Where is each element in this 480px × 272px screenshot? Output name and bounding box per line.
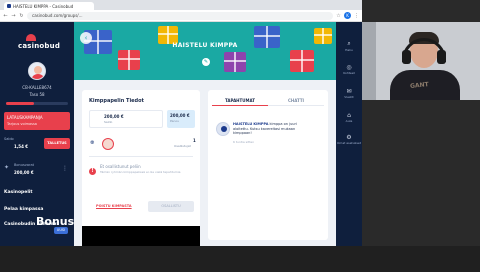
star-icon[interactable]: ☆: [336, 13, 341, 19]
stat-stake: 200,00 € Panos: [167, 110, 195, 128]
divider: [89, 156, 193, 157]
gear-icon: ⚙: [346, 134, 352, 141]
target-icon: ◎: [346, 64, 352, 71]
stat-stake-value: 200,00 €: [170, 113, 190, 118]
headset-earcup: [402, 50, 411, 64]
user-level: Taso 58: [29, 92, 45, 97]
events-card: TAPAHTUMAT CHATTI HAISTELU KIMPPA kimppa…: [208, 90, 328, 240]
gift-decoration: [118, 50, 140, 70]
favicon-icon: [7, 4, 11, 8]
join-button[interactable]: OSALLISTU: [148, 201, 194, 212]
home-icon: ⌂: [347, 112, 351, 119]
rightbar-item-label: Omat asetukset: [337, 141, 361, 145]
balance-label: Saldo: [4, 137, 14, 141]
headset-earcup: [437, 50, 446, 64]
site-logo[interactable]: casinobud: [18, 42, 60, 50]
people-icon: ⚉: [90, 140, 95, 146]
stat-balance-label: Saldo: [104, 120, 113, 124]
balance-value: 1,54 €: [14, 144, 29, 149]
member-label: Osallistujat: [174, 144, 191, 148]
reload-icon[interactable]: ↻: [19, 13, 24, 19]
logo-mark-icon: [26, 34, 36, 41]
rightbar-item-label: Viestit: [344, 95, 354, 99]
profile-icon[interactable]: K: [344, 12, 351, 19]
rightbar-item-label: Kohteet: [343, 71, 355, 75]
tab-bar: HAISTELU KIMPPA - Casinobud: [0, 0, 362, 10]
search-icon: ⌕: [347, 40, 351, 47]
rightbar-item-label: Aula: [345, 119, 353, 123]
stat-balance-value: 200,00 €: [104, 114, 124, 119]
gift-icon: ✦: [4, 164, 10, 171]
username: CB-KALLE8674: [22, 85, 52, 90]
webcam-feed: GANT: [362, 22, 480, 100]
back-arrow-icon[interactable]: ←: [3, 13, 8, 19]
member-avatar[interactable]: [102, 138, 114, 150]
browser-window: HAISTELU KIMPPA - Casinobud ← → ↻ casino…: [0, 0, 362, 246]
gift-decoration: [224, 52, 246, 72]
event-message: HAISTELU KIMPPA kimppa on juuri aloitett…: [233, 122, 303, 136]
main-content: ‹ HAISTELU KIMPPA ✎ Kimppapelin Tiedot ⚇…: [74, 22, 336, 246]
group-info-card: Kimppapelin Tiedot ⚇ 200,00 € Saldo 200,…: [82, 90, 200, 240]
url-text: casinobud.com/groups/...: [32, 13, 83, 18]
menu-dots-icon[interactable]: ⋮: [354, 13, 359, 19]
edit-icon[interactable]: ✎: [202, 58, 210, 66]
rightbar-item-label: Haku: [345, 48, 353, 52]
rightbar-item-messages[interactable]: ✉ Viestit: [336, 88, 362, 99]
promo-title: LATAUSKAMPANJA: [7, 115, 43, 120]
leave-group-link[interactable]: POISTU KIMPASTA: [96, 204, 132, 208]
warning-icon: !: [89, 168, 96, 175]
address-bar: ← → ↻ casinobud.com/groups/... ☆ K ⋮: [0, 10, 362, 22]
tab-chat[interactable]: CHATTI: [268, 98, 324, 106]
warning-text: Tämän ryhmän kimppapelissä ei ole vielä …: [100, 170, 181, 174]
rightbar-item-settings[interactable]: ⚙ Omat asetukset: [336, 134, 362, 145]
menu-item-casino-games[interactable]: Kasinopelit: [4, 190, 33, 195]
warning-title: Et osallistunut peliin: [100, 164, 141, 169]
right-sidebar: ⌕ Haku ◎ Kohteet ✉ Viestit ⌂ Aula ⚙ Omat aset…: [336, 22, 362, 246]
rightbar-item-search[interactable]: ⌕ Haku: [336, 40, 362, 52]
video-overlay: [82, 226, 200, 246]
new-badge: UUSI: [54, 227, 68, 234]
tab-events[interactable]: TAPAHTUMAT: [212, 98, 268, 106]
event-time: 6 tuntia sitten: [233, 140, 255, 144]
avatar-shirt: [31, 74, 45, 79]
chat-icon: ✉: [346, 88, 352, 95]
bonus-menu-icon[interactable]: ⋮: [62, 165, 68, 172]
user-avatar[interactable]: [28, 62, 46, 80]
promo-banner[interactable]: LATAUSKAMPANJA Tarjous voimassa: [4, 112, 70, 130]
url-input[interactable]: casinobud.com/groups/...: [27, 11, 333, 20]
member-count: 1: [193, 138, 196, 143]
promo-subtitle: Tarjous voimassa: [7, 122, 37, 126]
left-sidebar: casinobud CB-KALLE8674 Taso 58 LATAUSKAM…: [0, 22, 82, 246]
event-user: HAISTELU KIMPPA: [233, 122, 269, 126]
group-info-title: Kimppapelin Tiedot: [89, 98, 144, 104]
rightbar-item-targets[interactable]: ◎ Kohteet: [336, 64, 362, 75]
casino-site: casinobud CB-KALLE8674 Taso 58 LATAUSKAM…: [0, 22, 362, 246]
group-banner: ‹ HAISTELU KIMPPA ✎: [74, 22, 336, 80]
rightbar-item-lobby[interactable]: ⌂ Aula: [336, 112, 362, 123]
bottom-bar: [0, 246, 480, 272]
gift-decoration: [290, 50, 314, 72]
group-title: HAISTELU KIMPPA: [172, 42, 238, 49]
browser-tab[interactable]: HAISTELU KIMPPA - Casinobud: [4, 2, 94, 10]
event-avatar: [216, 122, 230, 136]
stat-balance: 200,00 € Saldo: [89, 110, 163, 128]
avatar-face: [34, 66, 42, 74]
bonus-value: 200,00 €: [14, 170, 34, 175]
tab-title: HAISTELU KIMPPA - Casinobud: [13, 3, 74, 9]
forward-arrow-icon[interactable]: →: [11, 13, 16, 19]
stat-stake-label: Panos: [170, 119, 179, 123]
bonus-label: Bonusvarat: [14, 163, 34, 167]
webcam-door: [362, 22, 376, 100]
deposit-button[interactable]: TALLETUS: [44, 138, 70, 149]
level-progress-bar: [6, 102, 68, 105]
level-progress-fill: [6, 102, 34, 105]
menu-item-play-together[interactable]: Pelaa kimpassa: [4, 207, 43, 212]
